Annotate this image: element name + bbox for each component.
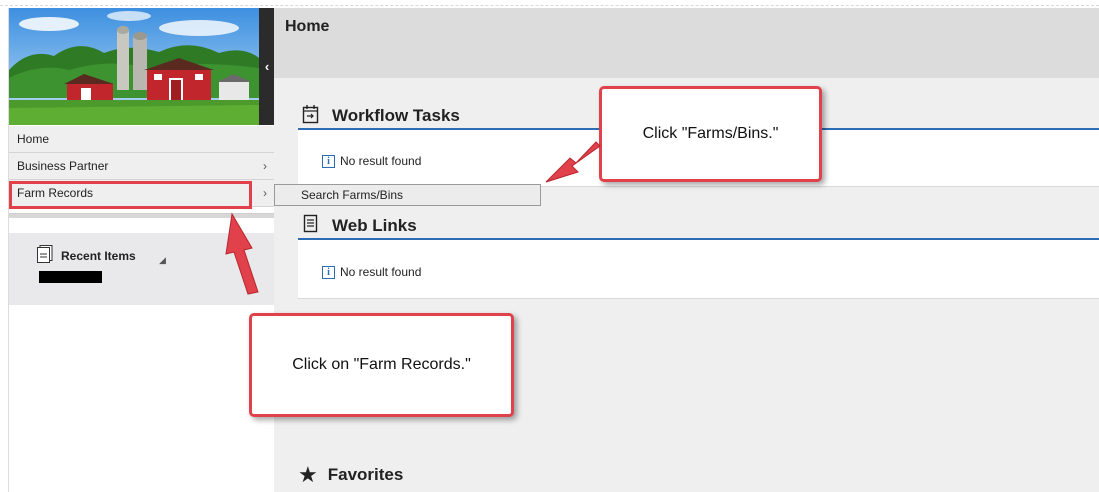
recent-items-panel[interactable]: Recent Items ◢ — [9, 233, 275, 305]
document-icon — [37, 245, 53, 263]
empty-message: i No result found — [322, 265, 421, 279]
farm-banner-image — [9, 8, 259, 125]
favorites-header: ★ Favorites — [298, 462, 403, 488]
info-icon: i — [322, 154, 335, 168]
section-title: Favorites — [327, 465, 404, 484]
redacted-recent-item[interactable] — [39, 271, 102, 283]
sidebar-item-business-partner[interactable]: Business Partner › — [9, 153, 275, 180]
callout-text: Click "Farms/Bins." — [642, 125, 779, 142]
submenu-item-label: Search Farms/Bins — [301, 188, 404, 202]
star-icon: ★ — [298, 462, 318, 487]
web-links-panel: i No result found — [298, 240, 1099, 299]
nav-divider — [9, 214, 275, 218]
callout-text: Click on "Farm Records." — [292, 356, 471, 373]
farm-records-highlight — [9, 181, 252, 209]
sidebar-item-label: Business Partner — [17, 159, 109, 173]
page-title: Home — [285, 18, 330, 35]
recent-items-label: Recent Items — [61, 249, 136, 263]
empty-text: No result found — [340, 265, 422, 279]
chevron-right-icon: › — [263, 186, 267, 200]
info-icon: i — [322, 265, 335, 279]
submenu-item-search-farms-bins[interactable]: Search Farms/Bins — [274, 184, 541, 206]
chevron-left-icon: ‹ — [264, 59, 270, 74]
calendar-icon — [302, 105, 319, 124]
empty-message: i No result found — [322, 154, 421, 168]
empty-text: No result found — [340, 154, 422, 168]
collapse-sidebar-button[interactable]: ‹ — [259, 8, 275, 125]
callout-farm-records: Click on "Farm Records." — [249, 313, 514, 417]
chevron-right-icon: › — [263, 159, 267, 173]
section-title: Web Links — [332, 216, 417, 235]
web-links-header: Web Links — [298, 210, 1099, 240]
sidebar: ‹ Home Business Partner › Farm Records ›… — [8, 8, 276, 492]
sidebar-item-home[interactable]: Home — [9, 126, 275, 153]
page-header: Home — [274, 8, 1099, 78]
sidebar-item-label: Home — [17, 132, 50, 146]
document-icon — [303, 214, 318, 233]
callout-farms-bins: Click "Farms/Bins." — [599, 86, 822, 182]
section-title: Workflow Tasks — [332, 106, 460, 125]
top-divider — [0, 0, 1099, 6]
expand-caret-icon[interactable]: ◢ — [159, 255, 166, 266]
